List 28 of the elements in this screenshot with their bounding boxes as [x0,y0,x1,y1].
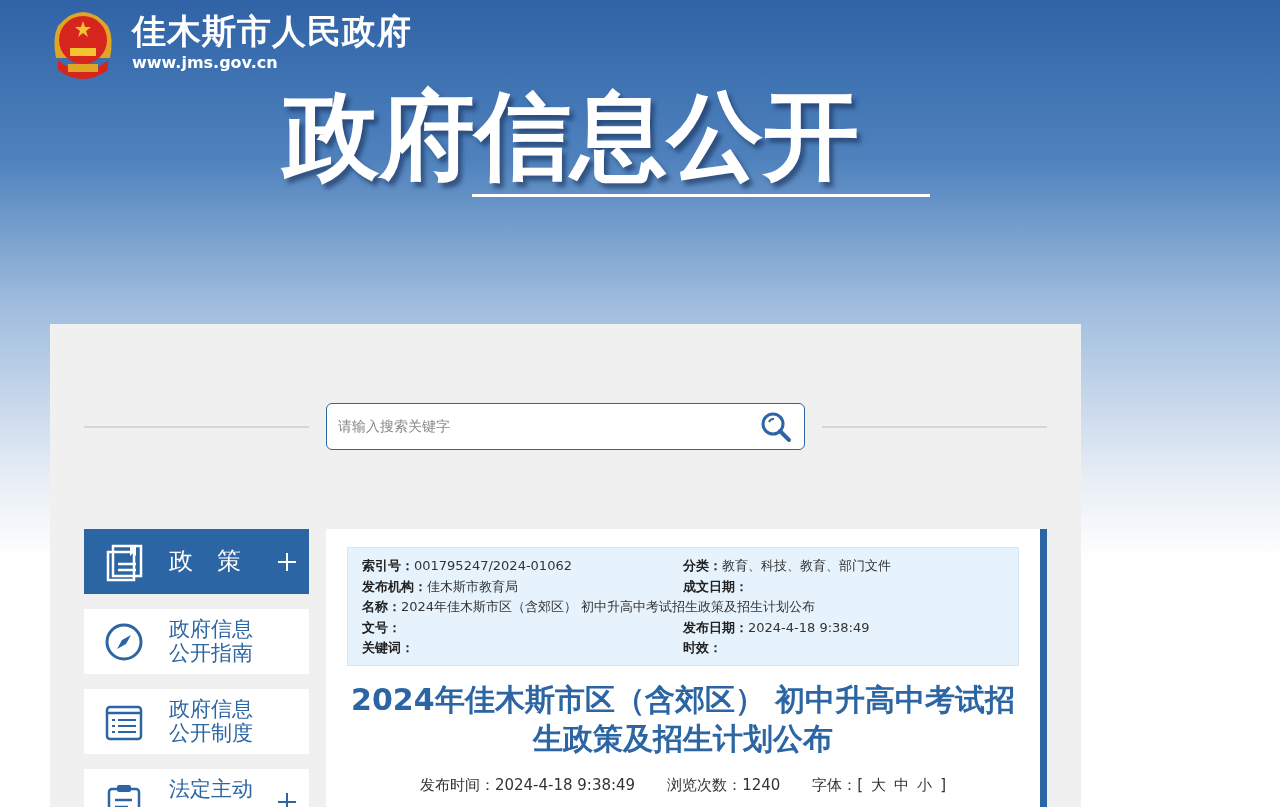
meta-field: 发布日期：2024-4-18 9:38:49 [683,617,1004,638]
site-name: 佳木斯市人民政府 [132,13,412,51]
compass-icon [104,621,144,662]
sidebar-item[interactable]: 政府信息公开制度 [84,689,309,754]
meta-field: 索引号：001795247/2024-01062 [362,556,683,577]
meta-field: 发布机构：佳木斯市教育局 [362,576,683,597]
search-icon[interactable] [760,410,792,443]
meta-field: 时效： [683,638,1004,659]
plus-icon[interactable] [277,791,297,807]
meta-field: 分类：教育、科技、教育、部门文件 [683,556,1004,577]
search-field[interactable]: 请输入搜索关键字 [327,415,760,438]
sidebar-item[interactable]: 政府信息公开指南 [84,609,309,674]
sidebar-item[interactable]: 法定主动 [84,769,309,807]
meta-field: 关键词： [362,638,683,659]
meta-field: 成文日期： [683,576,1004,597]
meta-field: 文号： [362,617,683,638]
bracket-text: ] [940,774,947,796]
sidebar-item[interactable]: 政 策 [84,529,309,594]
font-size-link[interactable]: 小 [917,773,933,796]
search-bar[interactable]: 请输入搜索关键字 [326,403,805,450]
meta-field: 名称：2024年佳木斯市区（含郊区） 初中升高中考试招生政策及招生计划公布 [362,597,1004,618]
font-size-label: 字体：[ [812,774,864,796]
font-size-link[interactable]: 大 [871,773,887,796]
publish-time: 发布时间：2024-4-18 9:38:49 [419,774,636,796]
font-size-link[interactable]: 中 [894,773,910,796]
article-title: 2024年佳木斯市区（含郊区） 初中升高中考试招生政策及招生计划公布 [350,680,1016,758]
view-count: 浏览次数：1240 [667,774,781,796]
site-url: www.jms.gov.cn [132,51,279,74]
